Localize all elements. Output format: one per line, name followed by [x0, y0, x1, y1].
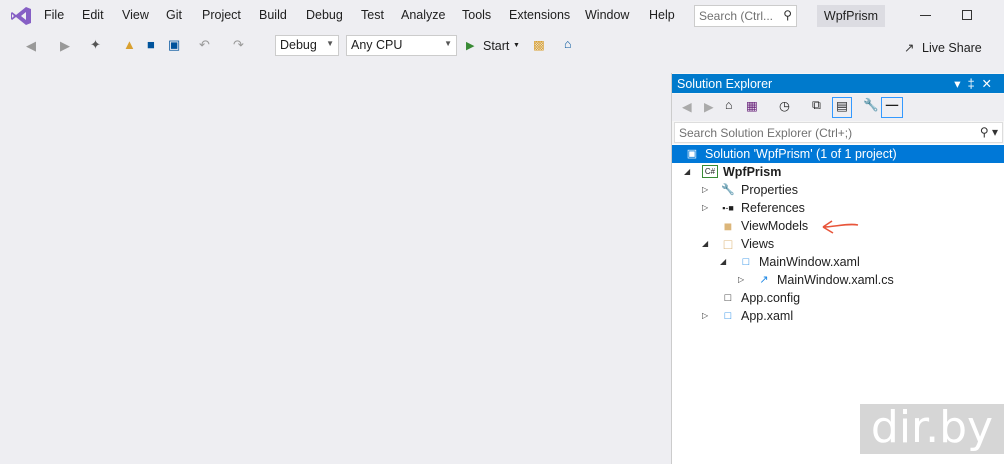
visual-studio-logo[interactable] [10, 6, 32, 26]
search-icon: ⚲ [783, 8, 792, 22]
chevron-down-icon: ▼ [326, 39, 334, 48]
xaml-file-icon: □ [724, 310, 732, 322]
dropdown-icon[interactable]: ▾ [954, 77, 967, 91]
tree-item-solution[interactable]: ▣ Solution 'WpfPrism' (1 of 1 project) [672, 145, 1004, 163]
platform-value: Any CPU [351, 38, 403, 52]
start-icon[interactable]: ▶ [466, 39, 474, 52]
menu-bar: File Edit View Git Project Build Debug T… [0, 0, 1004, 32]
search-placeholder: Search (Ctrl... [699, 9, 774, 23]
tree-item-label: ViewModels [741, 219, 809, 233]
switch-views-icon[interactable]: ▦ [746, 98, 758, 113]
tree-item-project[interactable]: ◢ C# WpfPrism [672, 163, 1004, 181]
tree-item-label: Views [741, 237, 775, 251]
wrench-icon: 🔧 [721, 184, 735, 196]
search-input[interactable]: Search (Ctrl... ⚲ [694, 5, 797, 27]
show-all-files-icon[interactable]: ▤ [832, 97, 852, 118]
chevron-down-icon: ▼ [444, 39, 452, 48]
tree-item-label: App.xaml [741, 309, 794, 323]
tree-item-label: References [741, 201, 805, 215]
menu-build[interactable]: Build [259, 8, 287, 22]
tree-item-properties[interactable]: ▷ 🔧 Properties [672, 181, 1004, 199]
pin-icon[interactable]: ‡ [968, 77, 982, 91]
find-icon[interactable]: ▩ [533, 37, 545, 52]
back-icon[interactable]: ◀ [26, 38, 36, 54]
window-title: WpfPrism [817, 5, 885, 27]
menu-project[interactable]: Project [202, 8, 241, 22]
panel-title: Solution Explorer [677, 77, 773, 91]
search-placeholder: Search Solution Explorer (Ctrl+;) [679, 126, 853, 140]
solution-icon: ▣ [686, 148, 698, 160]
home-icon[interactable]: ⌂ [564, 37, 572, 51]
redo-icon[interactable]: ↷ [233, 37, 244, 53]
chevron-down-icon[interactable]: ▼ [513, 42, 520, 49]
collapsed-icon[interactable]: ▷ [702, 307, 708, 325]
tree-item-app-config[interactable]: □ App.config [672, 289, 1004, 307]
tree-item-label: MainWindow.xaml [759, 255, 860, 269]
collapsed-icon[interactable]: ▷ [738, 271, 744, 289]
tree-item-mainwindow-xaml-cs[interactable]: ▷ ↗ MainWindow.xaml.cs [672, 271, 1004, 289]
new-project-icon[interactable]: ✦ [90, 37, 101, 53]
menu-analyze[interactable]: Analyze [401, 8, 445, 22]
panel-header: Solution Explorer ▾‡✕ [672, 74, 1004, 93]
collapsed-icon[interactable]: ▷ [702, 181, 708, 199]
tree-item-mainwindow-xaml[interactable]: ◢ □ MainWindow.xaml [672, 253, 1004, 271]
configuration-dropdown[interactable]: Debug ▼ [275, 35, 339, 56]
menu-debug[interactable]: Debug [306, 8, 343, 22]
configuration-value: Debug [280, 38, 317, 52]
tree-item-app-xaml[interactable]: ▷ □ App.xaml [672, 307, 1004, 325]
annotation-arrow-icon [822, 220, 859, 234]
expanded-icon[interactable]: ◢ [684, 163, 690, 181]
tree-item-label: MainWindow.xaml.cs [777, 273, 894, 287]
tree-item-label: Properties [741, 183, 798, 197]
properties-wrench-icon[interactable]: 🔧 [863, 98, 879, 113]
watermark: dir.by [860, 404, 1004, 454]
start-button[interactable]: Start [483, 39, 509, 53]
menu-git[interactable]: Git [166, 8, 182, 22]
open-folder-icon: □ [723, 236, 733, 252]
search-icon: ⚲ ▾ [979, 125, 998, 139]
menu-file[interactable]: File [44, 8, 64, 22]
preview-icon[interactable]: — [881, 97, 903, 118]
open-folder-icon[interactable]: ▲ [123, 37, 136, 52]
tree-item-label: App.config [741, 291, 801, 305]
minimize-button[interactable] [920, 15, 931, 16]
save-icon[interactable]: ■ [147, 37, 155, 52]
expanded-icon[interactable]: ◢ [702, 235, 708, 253]
menu-help[interactable]: Help [649, 8, 675, 22]
maximize-button[interactable] [962, 10, 972, 20]
config-file-icon: □ [724, 292, 732, 304]
menu-extensions[interactable]: Extensions [509, 8, 570, 22]
undo-icon[interactable]: ↶ [199, 37, 210, 53]
tree-item-label: WpfPrism [723, 165, 782, 179]
share-icon[interactable]: ↗ [904, 40, 914, 55]
menu-view[interactable]: View [122, 8, 149, 22]
menu-edit[interactable]: Edit [82, 8, 104, 22]
folder-icon: ■ [723, 218, 733, 234]
close-icon[interactable]: ✕ [982, 77, 999, 91]
live-share-button[interactable]: Live Share [922, 41, 982, 55]
back-icon[interactable]: ◀ [682, 99, 692, 114]
forward-icon[interactable]: ▶ [60, 38, 70, 54]
csharp-project-icon: C# [702, 165, 718, 178]
expanded-icon[interactable]: ◢ [720, 253, 726, 271]
collapsed-icon[interactable]: ▷ [702, 199, 708, 217]
menu-window[interactable]: Window [585, 8, 629, 22]
pending-changes-icon[interactable]: ◷ [779, 98, 790, 113]
menu-test[interactable]: Test [361, 8, 384, 22]
home-icon[interactable]: ⌂ [725, 98, 733, 112]
collapse-all-icon[interactable]: ⧉ [812, 98, 821, 113]
panel-toolbar: ◀ ▶ ⌂ ▦ ◷ ⧉ ▤ 🔧 — [672, 94, 1004, 121]
solution-search-input[interactable]: Search Solution Explorer (Ctrl+;) ⚲ ▾ [674, 122, 1003, 143]
forward-icon[interactable]: ▶ [704, 99, 714, 114]
xaml-file-icon: □ [742, 256, 750, 268]
menu-tools[interactable]: Tools [462, 8, 491, 22]
platform-dropdown[interactable]: Any CPU ▼ [346, 35, 457, 56]
references-icon: ▪-■ [722, 203, 734, 213]
save-all-icon[interactable]: ▣ [168, 37, 180, 53]
code-file-icon: ↗ [759, 274, 769, 286]
tree-item-label: Solution 'WpfPrism' (1 of 1 project) [705, 147, 897, 161]
tree-item-views[interactable]: ◢ □ Views [672, 235, 1004, 253]
tree-item-references[interactable]: ▷ ▪-■ References [672, 199, 1004, 217]
